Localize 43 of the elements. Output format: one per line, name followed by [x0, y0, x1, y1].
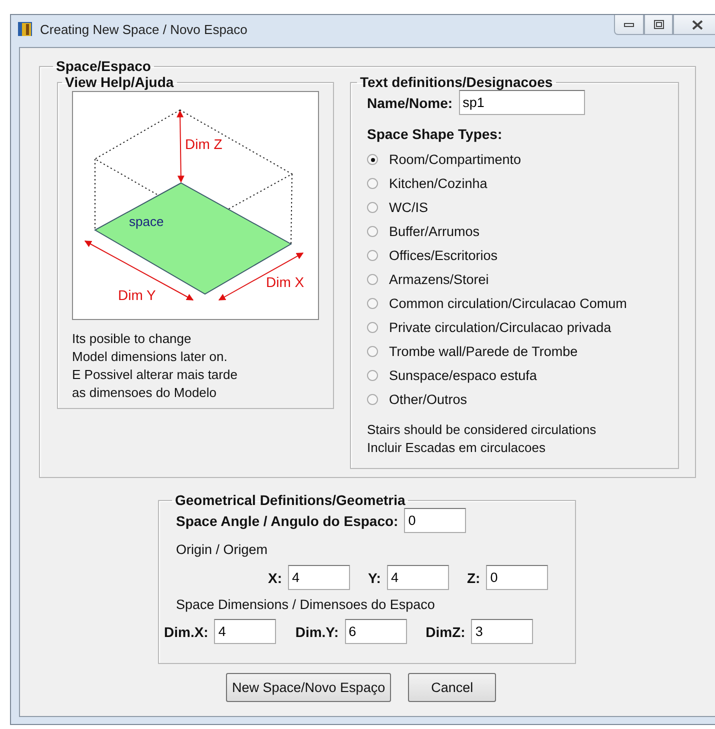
radio-label[interactable]: Sunspace/espaco estufa	[389, 366, 537, 385]
space-label: space	[129, 214, 164, 229]
dim-label: Dim Z	[185, 136, 222, 152]
radio-label[interactable]: Kitchen/Cozinha	[389, 174, 488, 193]
group-title: Geometrical Definitions/Geometria	[174, 492, 406, 508]
group-title: Text definitions/Designacoes	[359, 74, 554, 90]
group-title: View Help/Ajuda	[64, 74, 175, 90]
coordinate-field[interactable]: 4	[288, 565, 350, 590]
coordinate-field[interactable]: 4	[214, 619, 276, 644]
name-field[interactable]: sp1	[458, 90, 585, 115]
radio-label[interactable]: Private circulation/Circulacao privada	[389, 318, 612, 337]
window-title: Creating New Space / Novo Espaco	[40, 22, 248, 36]
radio-label[interactable]: Room/Compartimento	[389, 150, 522, 169]
new-space-button[interactable]: New Space/Novo Espaço	[226, 673, 392, 702]
stairs-note: Stairs should be considered circulations Incluir Escadas em circulacoes	[367, 421, 598, 457]
section-label: Origin / Origem	[176, 542, 269, 557]
coordinate-field[interactable]: 6	[344, 619, 407, 644]
coordinate-label: X:	[268, 570, 282, 586]
radio-label[interactable]: Buffer/Arrumos	[389, 222, 480, 241]
help-note: Its posible to change Model dimensions later on. E Possivel alterar mais tarde as dimensoes do Modelo	[72, 330, 238, 402]
radio-label[interactable]: Common circulation/Circulacao Comum	[389, 294, 627, 313]
dim-label: Dim Y	[118, 287, 156, 303]
dim-label: Dim X	[266, 274, 304, 290]
cancel-button[interactable]: Cancel	[408, 673, 496, 702]
angle-label: Space Angle / Angulo do Espaco:	[176, 512, 398, 528]
section-label: Space Shape Types:	[367, 126, 504, 142]
radio-label[interactable]: WC/IS	[389, 198, 428, 217]
radio-label[interactable]: Armazens/Storei	[389, 270, 489, 289]
coordinate-label: Dim.Y:	[295, 624, 339, 640]
coordinate-label: Y:	[368, 570, 381, 586]
section-label: Space Dimensions / Dimensoes do Espaco	[176, 597, 436, 612]
radio-label[interactable]: Offices/Escritorios	[389, 246, 498, 265]
coordinate-label: Z:	[466, 570, 480, 586]
radio-label[interactable]: Other/Outros	[389, 390, 468, 409]
radio-label[interactable]: Trombe wall/Parede de Trombe	[389, 342, 578, 361]
angle-field[interactable]: 0	[404, 508, 466, 533]
coordinate-label: DimZ:	[426, 624, 466, 640]
group-title: Space/Espaco	[55, 58, 152, 74]
name-label: Name/Nome:	[367, 94, 453, 110]
coordinate-field[interactable]: 4	[386, 565, 449, 590]
coordinate-label: Dim.X:	[164, 624, 208, 640]
coordinate-field[interactable]: 0	[486, 565, 548, 590]
coordinate-field[interactable]: 3	[471, 619, 534, 644]
